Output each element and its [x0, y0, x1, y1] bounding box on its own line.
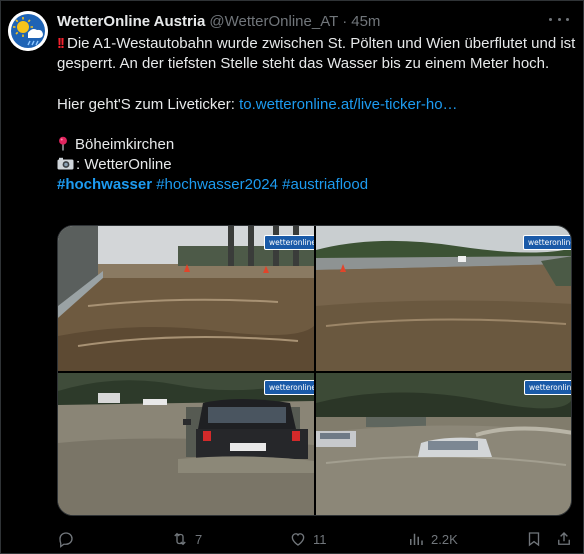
credit-text: : WetterOnline: [76, 156, 172, 174]
pin-icon: [59, 136, 67, 151]
views-count: 2.2K: [431, 531, 458, 547]
watermark: wetteronline: [264, 380, 314, 395]
photo-flooded-highway-2[interactable]: wetteronline: [316, 226, 571, 371]
tweet-text: !! Die A1-Westautobahn wurde zwischen St.…: [57, 34, 577, 196]
avatar[interactable]: [8, 11, 48, 51]
author-handle[interactable]: @WetterOnline_AT: [209, 13, 338, 30]
like-button[interactable]: 11: [289, 529, 327, 549]
media-grid: wetteronline wetteronline wetteronline w…: [57, 225, 572, 516]
separator-dot: ·: [342, 12, 348, 30]
hashtag-hochwasser2024[interactable]: #hochwasser2024: [156, 176, 278, 193]
tweet: WetterOnline Austria @WetterOnline_AT · …: [0, 0, 584, 554]
views-button[interactable]: 2.2K: [407, 529, 458, 549]
photo-submerged-suv[interactable]: wetteronline: [58, 373, 314, 515]
author-name[interactable]: WetterOnline Austria: [57, 13, 205, 30]
action-bar: 7 11 2.2K: [57, 529, 577, 549]
views-icon: [410, 533, 423, 545]
hashtag-hochwasser[interactable]: #hochwasser: [57, 176, 152, 193]
timestamp[interactable]: 45m: [351, 13, 380, 30]
share-icon: [558, 532, 570, 545]
like-icon: [291, 533, 305, 546]
like-count: 11: [313, 531, 327, 547]
watermark: wetteronline: [264, 235, 314, 250]
reply-icon: [59, 532, 73, 548]
more-icon[interactable]: [549, 11, 569, 27]
photo-flooded-highway-1[interactable]: wetteronline: [58, 226, 314, 371]
repost-count: 7: [195, 531, 203, 547]
reply-button[interactable]: [57, 529, 81, 549]
watermark: wetteronline: [523, 235, 571, 250]
main-text: Die A1-Westautobahn wurde zwischen St. P…: [57, 35, 576, 73]
camera-icon: [57, 157, 74, 170]
location-text: Böheimkirchen: [75, 135, 175, 153]
photo-submerged-cars[interactable]: wetteronline: [316, 373, 571, 515]
exclamation-icon: !!: [57, 35, 65, 52]
bookmark-button[interactable]: [525, 529, 543, 549]
liveticker-label: Hier geht'S zum Liveticker:: [57, 95, 240, 113]
repost-button[interactable]: 7: [171, 529, 202, 549]
text-paragraph-2: Hier geht'S zum Liveticker: to.wetteronl…: [57, 95, 577, 115]
share-button[interactable]: [555, 529, 573, 549]
watermark: wetteronline: [524, 380, 571, 395]
tweet-header: WetterOnline Austria @WetterOnline_AT · …: [57, 12, 380, 30]
text-paragraph-1: !! Die A1-Westautobahn wurde zwischen St.…: [57, 34, 577, 74]
hashtag-line: #hochwasser #hochwasser2024 #austriafloo…: [57, 175, 577, 195]
liveticker-link[interactable]: to.wetteronline.at/live-ticker-ho…: [239, 96, 457, 113]
repost-icon: [174, 532, 186, 546]
hashtag-austriaflood[interactable]: #austriaflood: [282, 176, 368, 193]
bookmark-icon: [528, 532, 540, 547]
avatar-logo: [8, 11, 48, 51]
location-line: Böheimkirchen: [57, 135, 577, 155]
credit-line: : WetterOnline: [57, 155, 577, 175]
